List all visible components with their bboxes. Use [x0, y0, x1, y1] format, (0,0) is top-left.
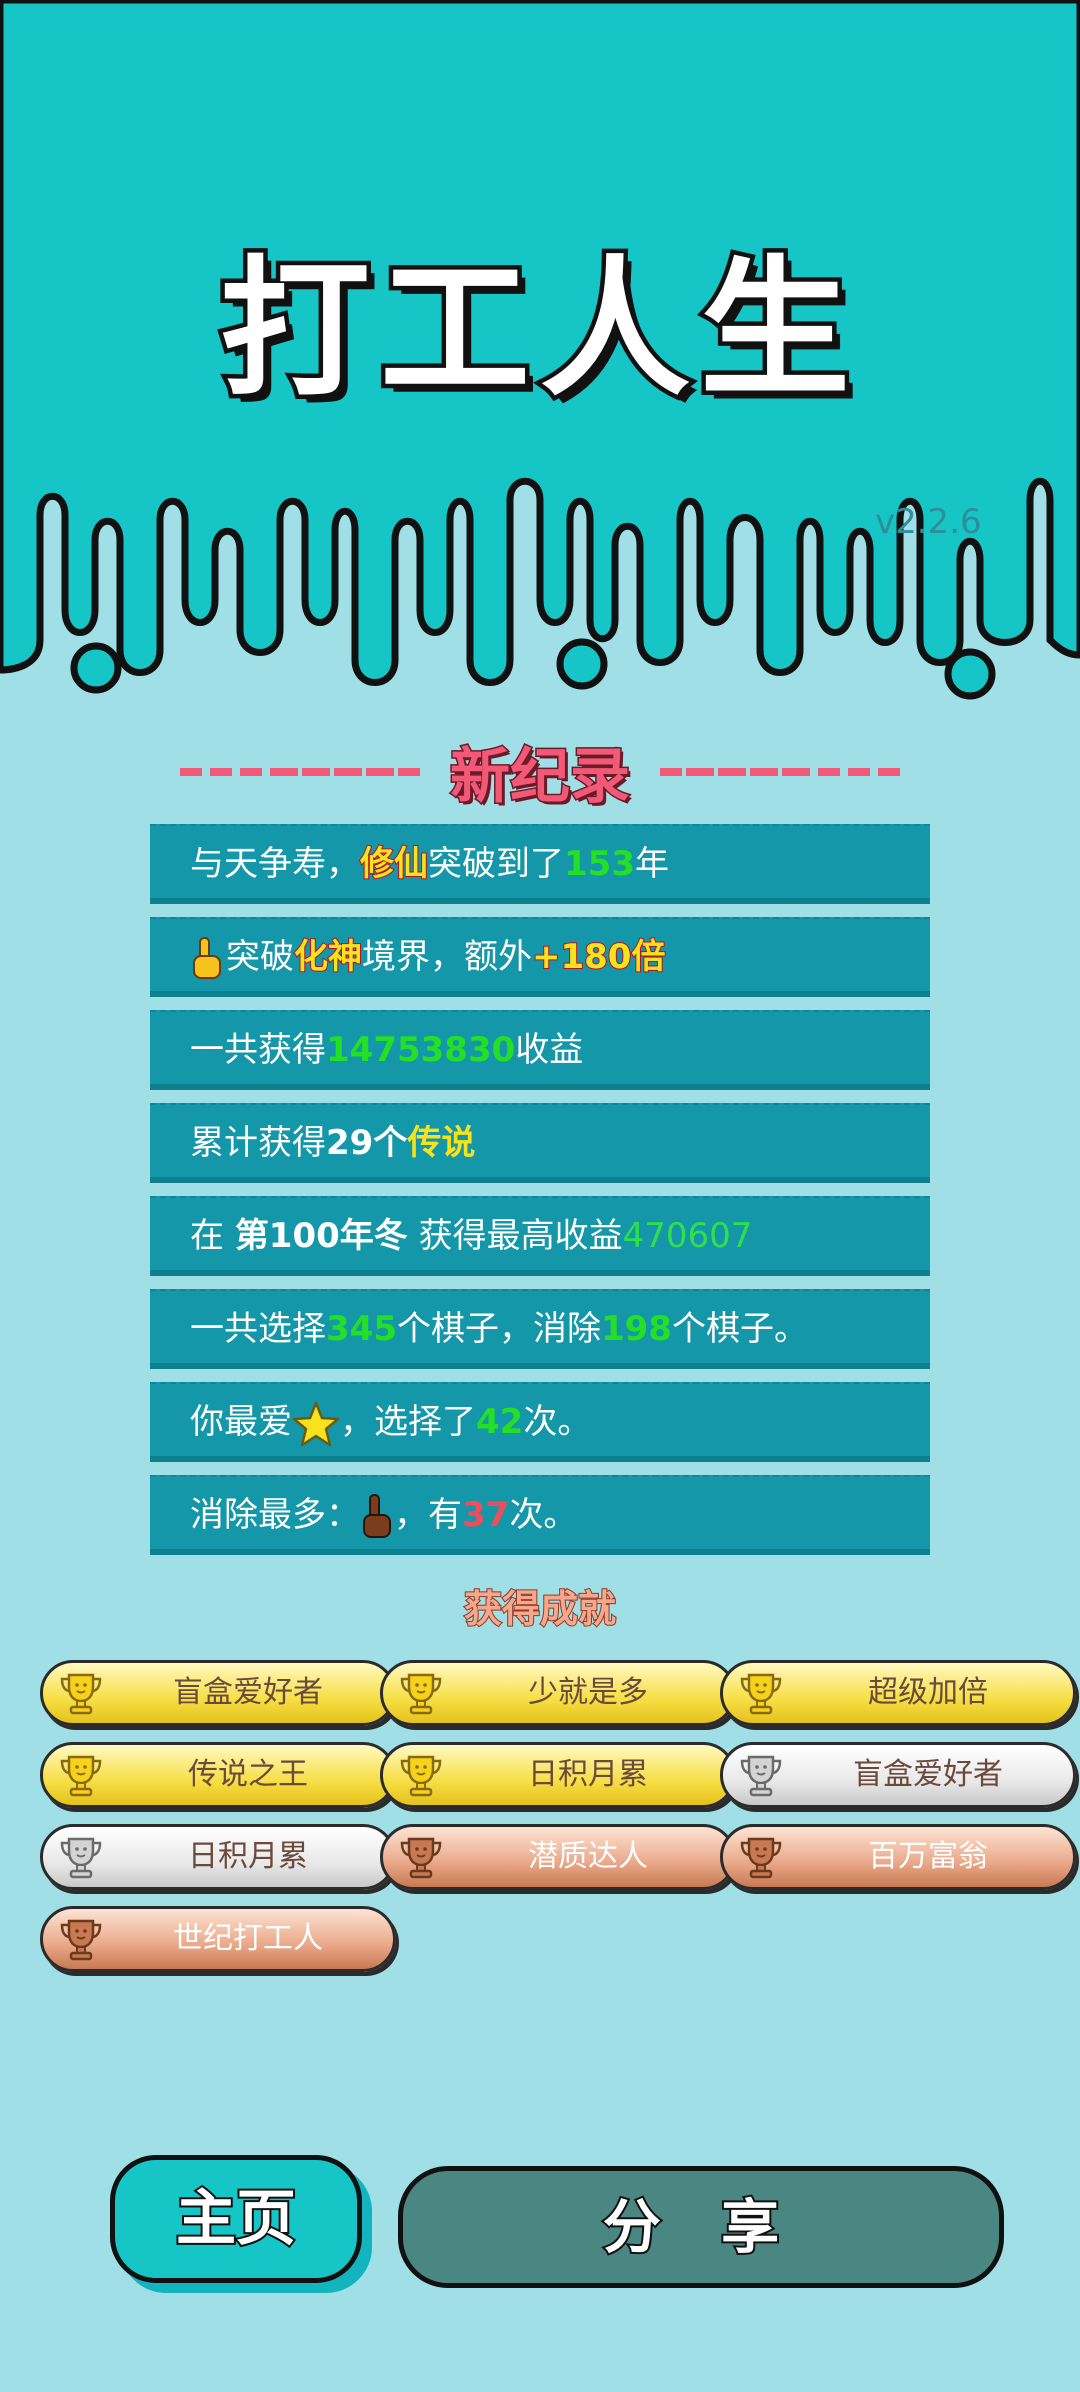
- trophy-icon: [740, 1755, 782, 1797]
- achievement-label: 传说之王: [188, 1757, 308, 1792]
- record-row-text: 一共获得14753830收益: [190, 1012, 583, 1088]
- record-row: 一共选择345个棋子，消除198个棋子。: [150, 1289, 930, 1369]
- record-row: 累计获得29个传说: [150, 1103, 930, 1183]
- row-text-part: 收益: [515, 1030, 584, 1070]
- row-text-part: 累计获得: [190, 1123, 326, 1163]
- achievement-label: 超级加倍: [868, 1675, 988, 1710]
- row-number: 14753830: [326, 1030, 516, 1070]
- row-text-part: 突破: [226, 937, 294, 977]
- drip-drop: [70, 642, 122, 694]
- trophy-icon: [740, 1837, 782, 1879]
- row-text-part: 你最爱: [190, 1402, 292, 1442]
- row-text-part: 次。: [523, 1402, 592, 1442]
- achievement-badge[interactable]: 传说之王: [40, 1742, 396, 1808]
- record-row-text: 突破化神境界，额外+180倍: [190, 919, 666, 995]
- achievement-label: 少就是多: [528, 1675, 648, 1710]
- drip-drop: [556, 638, 608, 690]
- trophy-icon: [60, 1919, 102, 1961]
- home-button-label: 主页: [174, 2182, 298, 2256]
- record-row-text: 与天争寿，修仙突破到了153年: [190, 826, 669, 902]
- achievement-badge[interactable]: 盲盒爱好者: [40, 1660, 396, 1726]
- trophy-icon: [60, 1673, 102, 1715]
- trophy-icon: [60, 1755, 102, 1797]
- row-text-part: 与天争寿，: [190, 844, 360, 884]
- drip-drop: [944, 648, 996, 700]
- achievement-badge[interactable]: 潜质达人: [380, 1824, 736, 1890]
- title-wrap: 打工人生: [0, 243, 1080, 417]
- achievement-badge[interactable]: 盲盒爱好者: [720, 1742, 1076, 1808]
- row-number: 37: [462, 1495, 510, 1535]
- row-text-part: ，选择了: [340, 1402, 476, 1442]
- row-highlight: 传说: [407, 1123, 476, 1163]
- row-text-part: 次。: [509, 1495, 578, 1535]
- achievement-badge[interactable]: 日积月累: [380, 1742, 736, 1808]
- record-row: 消除最多： ，有37次。: [150, 1475, 930, 1555]
- row-number: 153: [564, 844, 635, 884]
- record-row-text: 在 第100年冬 获得最高收益470607: [190, 1198, 752, 1274]
- home-button[interactable]: 主页: [110, 2155, 362, 2283]
- record-row: 在 第100年冬 获得最高收益470607: [150, 1196, 930, 1276]
- share-button-label: 分 享: [601, 2191, 800, 2263]
- record-row-text: 累计获得29个传说: [190, 1105, 475, 1181]
- trophy-icon: [400, 1837, 442, 1879]
- row-text-part: ，有: [394, 1495, 462, 1535]
- row-text-part: 境界，额外: [362, 937, 532, 977]
- row-number: 198: [600, 1309, 672, 1349]
- row-number: 345: [326, 1309, 397, 1349]
- row-text-part: 一共选择: [190, 1309, 326, 1349]
- trophy-icon: [60, 1837, 102, 1879]
- row-number: 29个: [326, 1123, 408, 1163]
- achievement-badge[interactable]: 日积月累: [40, 1824, 396, 1890]
- achievement-label: 日积月累: [188, 1839, 308, 1874]
- trophy-icon: [740, 1673, 782, 1715]
- row-text-part: 消除最多：: [190, 1495, 360, 1535]
- record-row-text: 你最爱 ，选择了42次。: [190, 1384, 591, 1460]
- row-text-part: 个棋子，消除: [396, 1309, 601, 1349]
- record-row-text: 消除最多： ，有37次。: [190, 1477, 577, 1553]
- record-row: 一共获得14753830收益: [150, 1010, 930, 1090]
- row-text-part: 一共获得: [190, 1030, 326, 1070]
- achievements-title: 获得成就: [463, 1586, 617, 1632]
- achievement-badge[interactable]: 百万富翁: [720, 1824, 1076, 1890]
- record-row: 突破化神境界，额外+180倍: [150, 917, 930, 997]
- row-text-part: 在: [190, 1216, 235, 1256]
- record-row: 你最爱 ，选择了42次。: [150, 1382, 930, 1462]
- achievement-badge[interactable]: 超级加倍: [720, 1660, 1076, 1726]
- version-label: v2.2.6: [875, 502, 982, 542]
- achievement-label: 盲盒爱好者: [853, 1757, 1003, 1792]
- row-highlight: 修仙: [359, 843, 429, 885]
- achievement-label: 日积月累: [528, 1757, 648, 1792]
- pointing-hand-icon: [363, 1493, 391, 1538]
- row-text-part: 年: [634, 844, 669, 884]
- star-icon: [292, 1401, 340, 1446]
- row-highlight: 化神: [293, 936, 363, 978]
- record-title: 新纪录: [449, 741, 632, 814]
- achievement-label: 百万富翁: [868, 1839, 988, 1874]
- record-row-text: 一共选择345个棋子，消除198个棋子。: [190, 1291, 808, 1367]
- achievement-label: 潜质达人: [528, 1839, 648, 1874]
- share-button[interactable]: 分 享: [398, 2166, 1004, 2288]
- row-text-part: 突破到了: [428, 844, 564, 884]
- achievement-label: 世纪打工人: [173, 1921, 323, 1956]
- achievement-badge[interactable]: 世纪打工人: [40, 1906, 396, 1972]
- row-highlight: +180倍: [531, 936, 666, 978]
- trophy-icon: [400, 1673, 442, 1715]
- achievement-badge[interactable]: 少就是多: [380, 1660, 736, 1726]
- trophy-icon: [400, 1755, 442, 1797]
- row-text-part: 获得最高收益: [407, 1216, 623, 1256]
- row-text-part: 个棋子。: [671, 1309, 808, 1349]
- record-row: 与天争寿，修仙突破到了153年: [150, 824, 930, 904]
- game-title: 打工人生: [215, 243, 860, 417]
- achievement-label: 盲盒爱好者: [173, 1675, 323, 1710]
- row-number: 42: [476, 1402, 524, 1442]
- pointing-hand-icon: [193, 936, 221, 979]
- row-number: 470607: [622, 1216, 753, 1256]
- row-highlight: 第100年冬: [234, 1216, 408, 1256]
